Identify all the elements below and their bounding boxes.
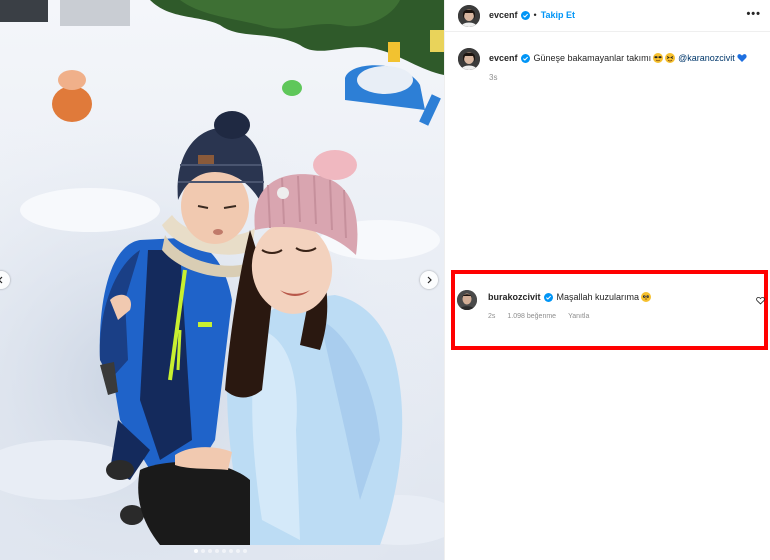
comment-timestamp: 2s bbox=[488, 313, 496, 320]
chevron-left-icon bbox=[0, 276, 3, 284]
carousel-dot bbox=[208, 549, 212, 553]
carousel-dot bbox=[194, 549, 198, 553]
profile-photo-icon bbox=[457, 290, 477, 310]
follow-button[interactable]: Takip Et bbox=[541, 10, 575, 20]
carousel-dot bbox=[222, 549, 226, 553]
caption-timestamp: 3s bbox=[489, 73, 498, 82]
like-comment-button[interactable] bbox=[756, 296, 765, 305]
blue-heart-emoji-icon bbox=[737, 53, 747, 63]
chevron-right-icon bbox=[427, 276, 432, 284]
post-author-username[interactable]: evcenf bbox=[489, 10, 518, 20]
comment-text: Maşallah kuzularıma bbox=[556, 292, 640, 302]
carousel-dot bbox=[229, 549, 233, 553]
comment-likes-count[interactable]: 1.098 beğenme bbox=[507, 313, 556, 320]
avatar[interactable] bbox=[458, 5, 480, 27]
caption-author-username[interactable]: evcenf bbox=[489, 52, 518, 64]
next-photo-button[interactable] bbox=[420, 271, 438, 289]
highlighted-comment-box bbox=[451, 270, 768, 350]
carousel-dot bbox=[215, 549, 219, 553]
profile-photo-icon bbox=[458, 48, 480, 70]
reply-button[interactable]: Yanıtla bbox=[568, 313, 589, 320]
heart-outline-icon bbox=[756, 296, 765, 305]
separator-dot: • bbox=[533, 10, 537, 20]
carousel-dot bbox=[236, 549, 240, 553]
post-photo[interactable] bbox=[0, 0, 444, 560]
comment-author-username[interactable]: burakozcivit bbox=[488, 292, 541, 302]
squinting-face-emoji-icon bbox=[665, 53, 676, 63]
snow-photo-illustration bbox=[0, 0, 444, 560]
carousel-dot bbox=[243, 549, 247, 553]
profile-photo-icon bbox=[458, 5, 480, 27]
pleading-face-emoji-icon bbox=[641, 292, 652, 302]
verified-badge-icon bbox=[520, 10, 530, 20]
verified-badge-icon bbox=[543, 292, 553, 302]
post-header: evcenf • Takip Et ••• bbox=[445, 0, 770, 32]
carousel-indicator bbox=[194, 549, 247, 553]
carousel-dot bbox=[201, 549, 205, 553]
caption-mention-link[interactable]: @karanozcivit bbox=[678, 52, 735, 64]
caption-text: Güneşe bakamayanlar takımı bbox=[533, 53, 652, 63]
more-options-button[interactable]: ••• bbox=[746, 8, 761, 20]
sunglasses-face-emoji-icon bbox=[653, 53, 664, 63]
avatar[interactable] bbox=[457, 290, 477, 310]
more-horizontal-icon: ••• bbox=[746, 8, 761, 20]
avatar[interactable] bbox=[458, 48, 480, 70]
verified-badge-icon bbox=[520, 53, 530, 63]
comment-meta: 2s 1.098 beğenme Yanıtla bbox=[488, 313, 589, 320]
